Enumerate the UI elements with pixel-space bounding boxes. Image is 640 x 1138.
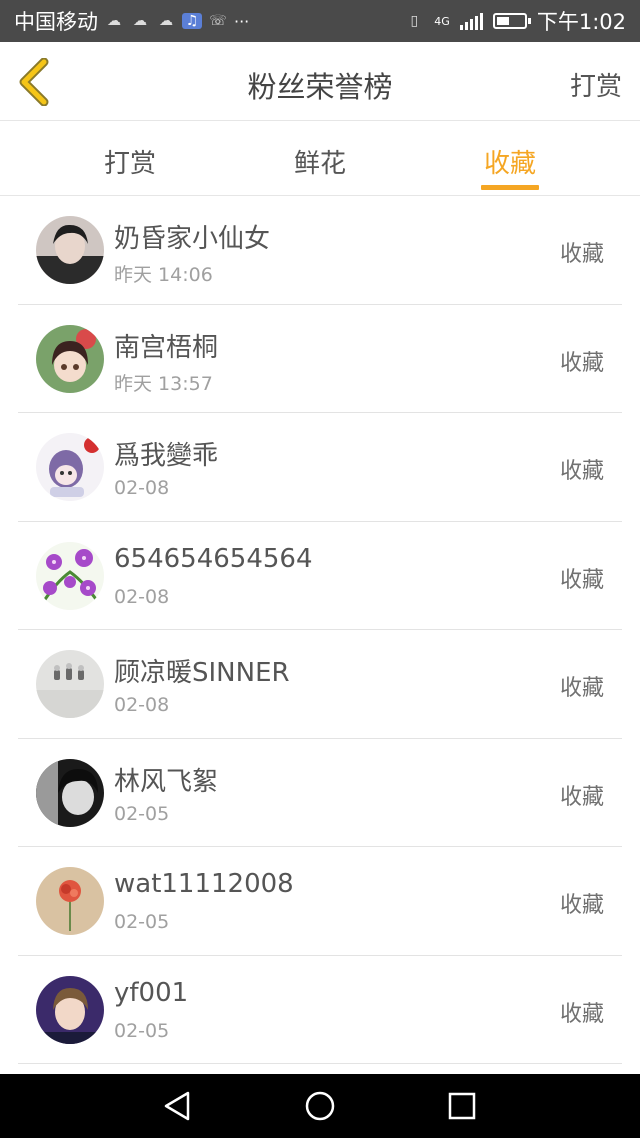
chevron-left-icon [19,57,49,107]
list-item[interactable]: wat11112008 02-05 收藏 [0,847,640,956]
battery-icon [492,13,531,29]
avatar [36,867,104,935]
fan-time: 02-05 [114,1019,170,1042]
avatar [36,324,104,393]
music-icon: ♫ [182,13,202,29]
tab-bar: 打赏 鲜花 收藏 [0,121,640,196]
action-type: 收藏 [559,567,604,593]
avatar [36,433,104,501]
fan-name: wat11112008 [114,869,294,899]
avatar [36,758,104,827]
action-type: 收藏 [559,242,604,267]
system-nav-bar [0,1074,640,1138]
action-type: 收藏 [559,1001,604,1027]
action-type: 收藏 [559,350,604,376]
reward-button[interactable]: 打赏 [570,66,622,103]
fan-name: 林风飞絮 [114,766,219,797]
avatar [36,216,104,284]
fan-name: 顾凉暖SINNER [114,658,290,688]
fan-time: 02-05 [114,911,170,933]
status-bar: 中国移动 ☁ ☁ ☁ ♫ ☏ ··· ▯ 4G 下午1:02 [0,0,640,42]
back-button[interactable] [14,57,58,107]
divider [18,1063,622,1064]
page-title: 粉丝荣誉榜 [247,70,393,104]
nav-header: 粉丝荣誉榜 打赏 [0,42,640,121]
list-item[interactable]: 林风飞絮 02-05 收藏 [0,739,640,847]
signal-icon [459,12,483,30]
clock: 下午1:02 [536,10,626,34]
tab-flowers[interactable]: 鲜花 [260,143,380,180]
action-type: 收藏 [559,459,604,484]
action-type: 收藏 [559,676,604,701]
triangle-back-icon [164,1091,190,1121]
circle-home-icon [305,1091,335,1121]
list-item[interactable]: 顾凉暖SINNER 02-08 收藏 [0,630,640,739]
avatar [36,541,104,610]
active-tab-indicator [481,185,539,190]
list-item[interactable]: 爲我變乖 02-08 收藏 [0,413,640,522]
fan-time: 02-08 [114,585,170,608]
fan-time: 02-08 [114,694,170,716]
fan-name: 654654654564 [114,543,313,574]
fan-name: yf001 [114,977,189,1008]
network-type: 4G [434,14,450,28]
square-recents-icon [448,1092,476,1120]
more-notifications: ··· [234,11,250,31]
avatar [36,975,104,1044]
fan-name: 奶昏家小仙女 [114,224,271,254]
action-type: 收藏 [559,893,604,918]
system-back-button[interactable] [162,1090,194,1122]
list-item[interactable]: 654654654564 02-08 收藏 [0,522,640,630]
fan-time: 02-08 [114,477,170,499]
tab-reward[interactable]: 打赏 [70,143,190,180]
fan-name: 南宫梧桐 [114,332,219,363]
avatar [36,650,104,718]
weather-icon: ☁ [107,13,121,29]
list-item[interactable]: yf001 02-05 收藏 [0,956,640,1064]
action-type: 收藏 [559,784,604,810]
list-item[interactable]: 南宫梧桐 昨天 13:57 收藏 [0,305,640,413]
fan-time: 昨天 13:57 [114,372,213,395]
weather-icon: ☁ [159,13,173,29]
list-item[interactable]: 奶昏家小仙女 昨天 14:06 收藏 [0,196,640,305]
fan-name: 爲我變乖 [114,441,219,471]
weather-icon: ☁ [133,13,147,29]
fan-time: 02-05 [114,802,170,825]
system-home-button[interactable] [304,1090,336,1122]
missed-call-icon: ☏ [209,13,227,29]
carrier-name: 中国移动 [14,10,98,34]
vibrate-icon: ▯ [410,13,419,29]
fan-time: 昨天 14:06 [114,264,213,286]
system-recents-button[interactable] [446,1090,478,1122]
tab-favorites[interactable]: 收藏 [450,143,570,180]
fan-list: 奶昏家小仙女 昨天 14:06 收藏 南宫梧桐 昨天 13:57 收藏 爲我變乖… [0,196,640,1064]
